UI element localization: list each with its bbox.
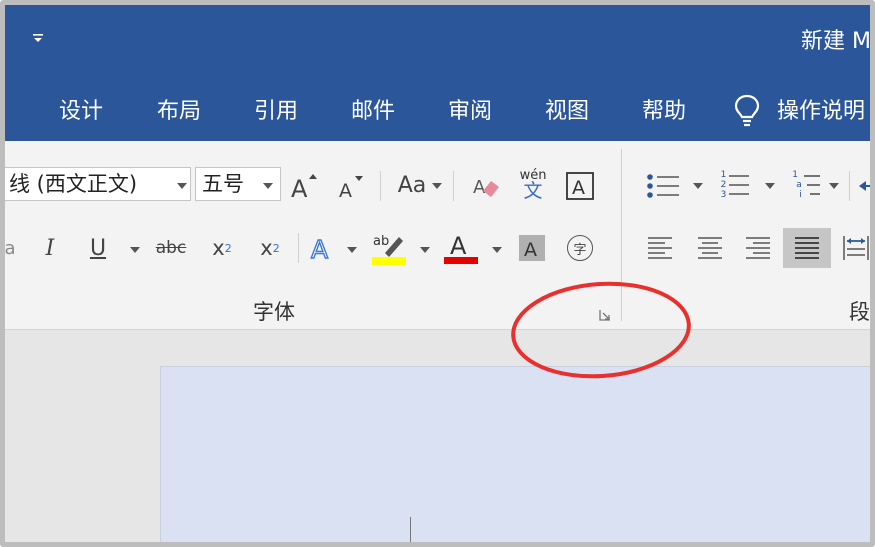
multilevel-list-button[interactable]: 1 a i xyxy=(789,167,823,203)
tab-help[interactable]: 帮助 xyxy=(642,93,686,125)
tab-layout[interactable]: 布局 xyxy=(157,93,201,125)
multilevel-mark: a xyxy=(796,180,802,190)
subscript-x: x xyxy=(212,236,225,260)
enclose-characters-glyph: 字 xyxy=(567,235,593,261)
text-effects-dropdown-icon[interactable] xyxy=(347,247,357,253)
font-group-label: 字体 xyxy=(253,300,295,324)
subscript-digit: 2 xyxy=(224,241,232,255)
subscript-button[interactable]: x2 xyxy=(207,233,237,263)
numbering-lines-icon xyxy=(729,175,750,195)
underline-button[interactable]: U xyxy=(85,233,111,263)
tab-mailings[interactable]: 邮件 xyxy=(351,93,395,125)
tab-design[interactable]: 设计 xyxy=(59,93,103,125)
bullets-dropdown-icon[interactable] xyxy=(693,183,703,189)
font-size-dropdown-icon[interactable] xyxy=(263,183,273,189)
separator xyxy=(453,171,454,201)
numbering-button[interactable]: 1 2 3 xyxy=(717,167,753,203)
svg-text:A: A xyxy=(291,175,308,201)
svg-text:A: A xyxy=(473,177,486,198)
svg-text:ab: ab xyxy=(373,234,389,249)
page-marker-line xyxy=(410,517,411,542)
numbering-digit: 1 xyxy=(720,170,727,180)
font-name-combobox[interactable]: 线 (西文正文) xyxy=(5,167,191,201)
strikethrough-button[interactable]: abc xyxy=(153,233,189,263)
grow-font-icon[interactable]: A xyxy=(289,171,319,201)
superscript-x: x xyxy=(260,236,273,260)
text-effects-icon[interactable]: A xyxy=(309,233,339,265)
phonetic-guide-char: 文 xyxy=(523,180,543,202)
superscript-button[interactable]: x2 xyxy=(255,233,285,263)
justify-icon[interactable] xyxy=(792,233,822,263)
separator xyxy=(298,233,299,263)
ribbon-home: 线 (西文正文) 五号 A A Aa A wén 文 A a I U abc x… xyxy=(5,141,875,330)
separator xyxy=(380,171,381,201)
clear-formatting-icon[interactable]: A xyxy=(471,171,501,201)
separator xyxy=(849,171,850,201)
multilevel-lines-icon xyxy=(803,175,820,195)
group-separator xyxy=(621,149,622,321)
bold-partial-button[interactable]: a xyxy=(5,233,16,263)
font-name-dropdown-icon[interactable] xyxy=(177,183,187,189)
lightbulb-icon xyxy=(734,94,760,127)
numbering-digits: 1 2 3 xyxy=(721,170,727,200)
superscript-digit: 2 xyxy=(272,241,280,255)
quick-access-dropdown-icon[interactable] xyxy=(31,31,45,45)
tab-review[interactable]: 审阅 xyxy=(448,93,492,125)
paragraph-group-label: 段 xyxy=(849,300,870,324)
font-color-dropdown-icon[interactable] xyxy=(492,247,502,253)
svg-text:A: A xyxy=(339,180,352,202)
shrink-font-icon[interactable]: A xyxy=(337,173,367,203)
distributed-align-icon[interactable] xyxy=(841,233,871,263)
document-title: 新建 M xyxy=(801,29,871,54)
bullets-icon[interactable] xyxy=(645,171,681,201)
svg-text:A: A xyxy=(572,177,585,199)
multilevel-mark: i xyxy=(799,190,802,200)
align-center-icon[interactable] xyxy=(695,233,725,263)
tab-view[interactable]: 视图 xyxy=(545,93,589,125)
font-dialog-launcher-icon[interactable] xyxy=(598,308,612,322)
numbering-digit: 3 xyxy=(720,190,727,200)
numbering-digit: 2 xyxy=(720,180,727,190)
svg-text:A: A xyxy=(524,239,537,261)
svg-text:A: A xyxy=(311,235,328,264)
tab-references[interactable]: 引用 xyxy=(254,93,298,125)
ribbon-tabs: 设计 布局 引用 邮件 审阅 视图 帮助 操作说明 xyxy=(5,73,870,141)
character-shading-icon[interactable]: A xyxy=(517,233,547,263)
align-right-icon[interactable] xyxy=(743,233,773,263)
multilevel-dropdown-icon[interactable] xyxy=(829,183,839,189)
highlight-color-icon[interactable]: ab xyxy=(371,229,407,267)
document-page[interactable] xyxy=(160,366,870,542)
italic-button[interactable]: I xyxy=(39,233,61,263)
phonetic-guide-button[interactable]: wén 文 xyxy=(517,167,549,203)
svg-text:A: A xyxy=(450,232,467,260)
underline-dropdown-icon[interactable] xyxy=(130,247,140,253)
multilevel-mark: 1 xyxy=(792,170,798,180)
multilevel-marks: 1 a i xyxy=(792,170,802,200)
numbering-dropdown-icon[interactable] xyxy=(765,183,775,189)
change-case-button[interactable]: Aa xyxy=(395,169,429,201)
character-border-icon[interactable]: A xyxy=(565,171,595,201)
change-case-dropdown-icon[interactable] xyxy=(432,183,442,189)
decrease-indent-icon[interactable] xyxy=(857,171,875,201)
tell-me-search[interactable]: 操作说明 xyxy=(777,93,865,125)
word-window: 新建 M 设计 布局 引用 邮件 审阅 视图 帮助 操作说明 线 (西文正文) … xyxy=(0,0,875,547)
enclose-characters-button[interactable]: 字 xyxy=(565,233,595,263)
highlight-dropdown-icon[interactable] xyxy=(420,247,430,253)
align-left-icon[interactable] xyxy=(645,233,675,263)
title-bar: 新建 M xyxy=(5,5,871,73)
font-color-icon[interactable]: A xyxy=(443,229,479,267)
